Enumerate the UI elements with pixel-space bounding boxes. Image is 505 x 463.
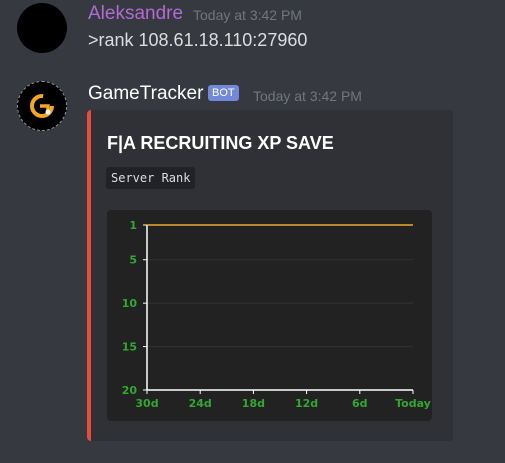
avatar-aleksandre[interactable] <box>17 3 67 53</box>
bot-tag: BOT <box>208 85 239 101</box>
author-name[interactable]: GameTracker <box>88 83 203 105</box>
avatar-gametracker[interactable] <box>17 81 67 131</box>
y-tick-label: 10 <box>122 297 138 310</box>
y-tick-label: 5 <box>129 254 137 267</box>
x-tick-label: 12d <box>295 397 318 410</box>
x-tick-label: 24d <box>189 397 212 410</box>
message-content: >rank 108.61.18.110:27960 <box>88 30 308 50</box>
x-tick-label: 18d <box>242 397 265 410</box>
timestamp: Today at 3:42 PM <box>253 88 362 104</box>
embed: F|A RECRUITING XP SAVE Server Rank 1 5 10 1… <box>87 110 453 441</box>
embed-accent-bar <box>87 110 91 441</box>
x-tick-label: Today <box>395 397 431 410</box>
chart-svg: 1510152030d 24d 18d 12d 6d Today <box>122 219 431 410</box>
server-rank-chart[interactable]: 1 5 10 15 20 30d 24d 18d 12d 6d Today <box>107 210 432 421</box>
y-tick-label: 20 <box>122 384 138 397</box>
author-name[interactable]: Aleksandre <box>88 3 183 25</box>
embed-title: F|A RECRUITING XP SAVE <box>107 133 334 153</box>
gametracker-logo-icon <box>30 94 54 118</box>
timestamp: Today at 3:42 PM <box>193 7 302 23</box>
x-tick-label: 30d <box>135 397 158 410</box>
embed-code-description: Server Rank <box>106 167 196 189</box>
y-tick-label: 1 <box>129 219 137 232</box>
y-tick-label: 15 <box>122 341 137 354</box>
x-tick-label: 6d <box>352 397 368 410</box>
